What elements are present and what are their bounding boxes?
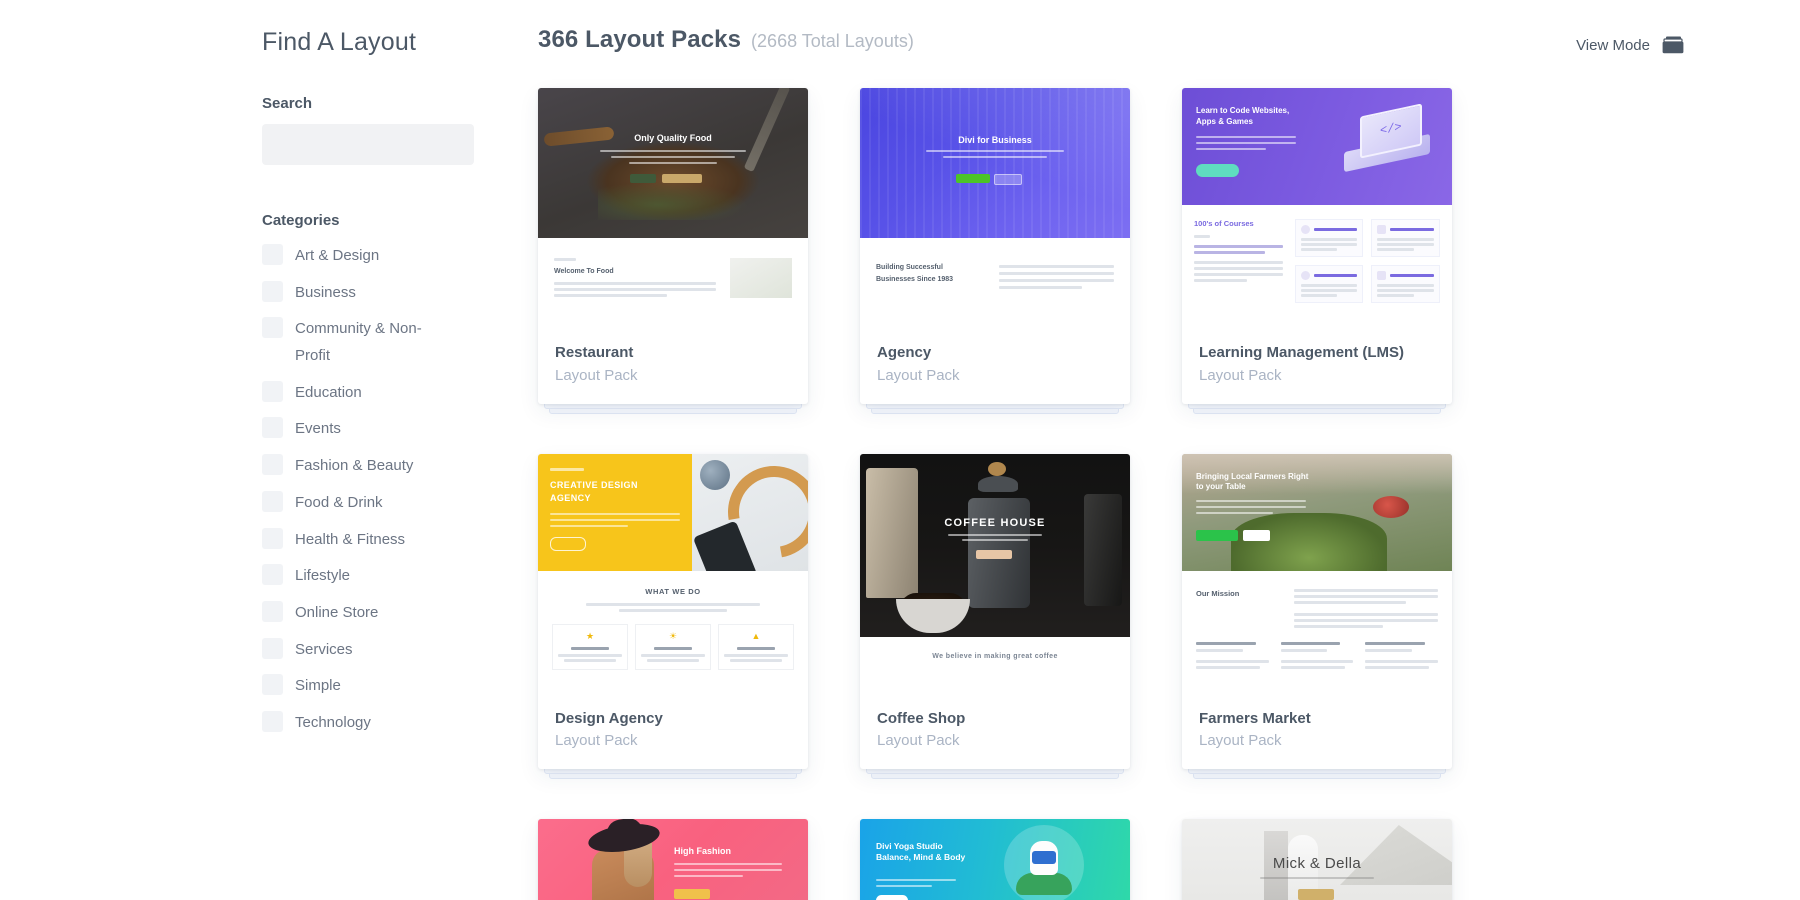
thumb-body-text: 100's of Courses [1194,219,1254,228]
checkbox-icon[interactable] [262,674,283,696]
view-mode-toggle[interactable]: View Mode [1576,36,1684,54]
thumb-hero-text: Only Quality Food [634,133,712,143]
card-thumbnail: CREATIVE DESIGN AGENCY WHAT WE DO ★ ☀ ▲ [538,453,808,696]
layout-pack-card[interactable]: Mick & Della [1182,819,1452,900]
category-label: Health & Fitness [295,530,406,548]
layout-pack-card[interactable]: Divi for Business Building Successful Bu… [860,88,1130,414]
category-item-food-drink[interactable]: Food & Drink [262,490,477,517]
card-thumbnail: </> Learn to Code Websites, Apps & Games [1182,88,1452,330]
checkbox-icon[interactable] [262,280,283,302]
layout-pack-card[interactable]: Divi Yoga Studio Balance, Mind & Body [860,819,1130,900]
thumb-hero-text: Divi for Business [958,135,1032,145]
category-item-services[interactable]: Services [262,637,477,664]
category-label: Fashion & Beauty [295,457,414,475]
checkbox-icon[interactable] [262,600,283,622]
category-item-community-non-profit[interactable]: Community & Non-Profit [262,316,477,369]
thumb-hero-text: COFFEE HOUSE [944,516,1046,529]
card-title: Coffee Shop [877,709,966,727]
checkbox-icon[interactable] [262,244,283,265]
category-item-lifestyle[interactable]: Lifestyle [262,563,477,590]
checkbox-icon[interactable] [262,380,283,402]
card-subtitle: Layout Pack [1199,366,1282,384]
checkbox-icon[interactable] [262,527,283,549]
card-subtitle: Layout Pack [877,732,960,749]
layout-pack-card[interactable]: CREATIVE DESIGN AGENCY WHAT WE DO ★ ☀ ▲ … [538,453,808,779]
thumb-body-text: Welcome To Food [554,268,614,275]
layout-pack-card[interactable]: </> Learn to Code Websites, Apps & Games [1182,88,1452,414]
card-title: Design Agency [555,709,663,727]
categories-label: Categories [262,212,340,229]
category-item-simple[interactable]: Simple [262,673,477,700]
card-title: Agency [877,344,932,361]
page-title: Find A Layout [262,28,417,56]
thumb-body-text: Building Successful Businesses Since 198… [876,264,954,283]
thumb-hero-text: High Fashion [674,846,731,856]
view-mode-label: View Mode [1576,36,1650,54]
thumb-body-text: WHAT WE DO [645,586,701,596]
thumb-hero-text: Bringing Local Farmers Right to your Tab… [1196,471,1309,492]
category-item-online-store[interactable]: Online Store [262,600,477,627]
category-label: Food & Drink [295,493,383,511]
layout-browser-page: Find A Layout Search Categories Art & De… [0,0,1800,900]
category-label: Technology [295,713,371,731]
thumb-hero-text: Learn to Code Websites, Apps & Games [1196,106,1290,126]
card-thumbnail: Divi for Business Building Successful Bu… [860,88,1130,330]
category-item-education[interactable]: Education [262,380,477,407]
thumb-hero-text: Mick & Della [1272,855,1362,872]
checkbox-icon[interactable] [262,417,283,439]
category-label: Online Store [295,603,379,621]
category-item-technology[interactable]: Technology [262,710,477,737]
category-label: Education [295,383,362,401]
card-subtitle: Layout Pack [1199,732,1282,749]
card-thumbnail: Mick & Della [1182,819,1452,900]
thumb-hero-text: Divi Yoga Studio Balance, Mind & Body [876,841,966,863]
checkbox-icon[interactable] [262,564,283,586]
categories-list: Art & Design Business Community & Non-Pr… [262,243,477,737]
thumb-hero-text: CREATIVE DESIGN AGENCY [550,479,638,503]
card-subtitle: Layout Pack [555,366,638,384]
layout-packs-grid: Only Quality Food Welcome To Food Restau… [538,88,1768,900]
category-item-business[interactable]: Business [262,280,477,307]
checkbox-icon[interactable] [262,710,283,732]
checkbox-icon[interactable] [262,637,283,659]
layout-pack-card[interactable]: COFFEE HOUSE We believe in making great … [860,453,1130,779]
category-item-health-fitness[interactable]: Health & Fitness [262,527,477,554]
thumb-body-text: Our Mission [1196,588,1240,598]
card-thumbnail: Only Quality Food Welcome To Food [538,88,808,330]
category-label: Services [295,640,353,658]
category-item-art-design[interactable]: Art & Design [262,243,477,270]
results-count: 366 Layout Packs [538,26,742,53]
category-item-fashion-beauty[interactable]: Fashion & Beauty [262,453,477,480]
category-label: Events [295,420,341,438]
search-label: Search [262,95,313,112]
thumb-body-text: We believe in making great coffee [932,652,1058,660]
category-label: Simple [295,677,341,695]
layout-pack-card[interactable]: Bringing Local Farmers Right to your Tab… [1182,453,1452,779]
results-header: 366 Layout Packs (2668 Total Layouts) Vi… [538,26,1768,66]
card-thumbnail: COFFEE HOUSE We believe in making great … [860,453,1130,696]
category-label: Business [295,283,356,301]
card-thumbnail: High Fashion [538,819,808,900]
card-title: Learning Management (LMS) [1199,344,1405,361]
stacked-cards-icon[interactable] [1662,36,1684,54]
checkbox-icon[interactable] [262,490,283,512]
search-input[interactable] [262,124,474,165]
checkbox-icon[interactable] [262,454,283,476]
category-label: Lifestyle [295,567,351,585]
category-label: Art & Design [295,247,380,264]
checkbox-icon[interactable] [262,317,283,339]
card-subtitle: Layout Pack [877,366,960,384]
card-thumbnail: Divi Yoga Studio Balance, Mind & Body [860,819,1130,900]
card-title: Restaurant [555,344,634,361]
layout-pack-card[interactable]: High Fashion [538,819,808,900]
layout-pack-card[interactable]: Only Quality Food Welcome To Food Restau… [538,88,808,414]
category-label: Community & Non-Profit [295,320,422,365]
results-total: (2668 Total Layouts) [751,31,914,51]
card-title: Farmers Market [1199,709,1311,727]
card-thumbnail: Bringing Local Farmers Right to your Tab… [1182,453,1452,696]
layout-packs-main: 366 Layout Packs (2668 Total Layouts) Vi… [538,26,1768,900]
find-a-layout-sidebar: Find A Layout Search Categories Art & De… [262,28,477,747]
category-item-events[interactable]: Events [262,416,477,443]
card-subtitle: Layout Pack [555,732,638,749]
